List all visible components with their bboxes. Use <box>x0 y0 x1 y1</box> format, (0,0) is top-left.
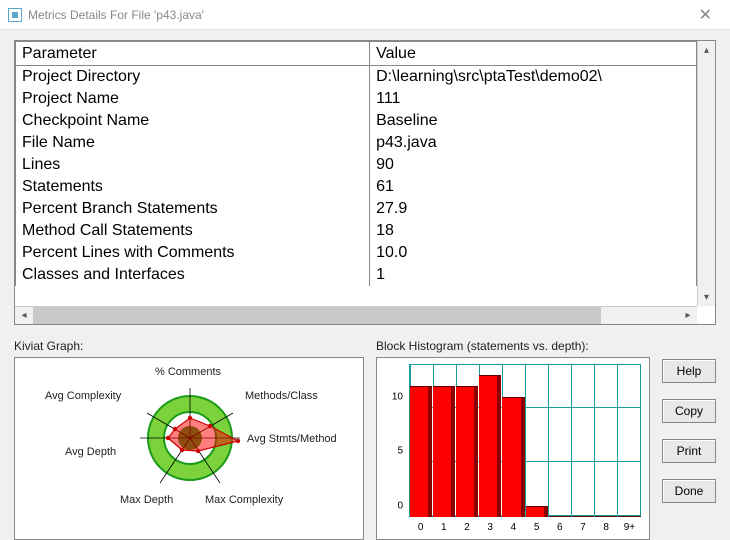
kiviat-axis-left: Avg Depth <box>65 446 116 458</box>
hscroll-thumb[interactable] <box>33 307 601 324</box>
cell-value: p43.java <box>370 132 697 154</box>
close-button[interactable]: ✕ <box>689 3 722 27</box>
kiviat-axis-top: % Comments <box>155 366 221 378</box>
histogram-bar <box>479 375 501 517</box>
hist-xtick: 9+ <box>619 522 639 533</box>
hscroll-track[interactable] <box>33 307 679 324</box>
cell-param: Statements <box>16 176 370 198</box>
horizontal-scrollbar[interactable]: ◂ ▸ <box>15 306 697 324</box>
histogram-bar <box>618 516 640 517</box>
scroll-down-icon[interactable]: ▾ <box>698 288 715 306</box>
hist-xtick: 6 <box>550 522 570 533</box>
hist-xtick: 1 <box>434 522 454 533</box>
hist-ytick: 10 <box>383 391 403 402</box>
hist-xtick: 3 <box>480 522 500 533</box>
table-row[interactable]: Percent Lines with Comments10.0 <box>16 242 697 264</box>
kiviat-axis-bottom-right: Max Complexity <box>205 494 283 506</box>
hist-ytick: 5 <box>383 446 403 457</box>
table-row[interactable]: Statements61 <box>16 176 697 198</box>
histogram-bars <box>409 364 641 517</box>
histogram-bar <box>433 386 455 517</box>
table-row[interactable]: Method Call Statements18 <box>16 220 697 242</box>
cell-param: Lines <box>16 154 370 176</box>
hist-xtick: 7 <box>573 522 593 533</box>
header-parameter[interactable]: Parameter <box>16 42 370 66</box>
titlebar: Metrics Details For File 'p43.java' ✕ <box>0 0 730 30</box>
cell-value: 27.9 <box>370 198 697 220</box>
vertical-scrollbar[interactable]: ▴ ▾ <box>697 41 715 306</box>
cell-param: Method Call Statements <box>16 220 370 242</box>
hist-ytick: 0 <box>383 501 403 512</box>
scroll-up-icon[interactable]: ▴ <box>698 41 715 59</box>
cell-param: Project Directory <box>16 66 370 88</box>
hist-xtick: 2 <box>457 522 477 533</box>
cell-param: Checkpoint Name <box>16 110 370 132</box>
table-row[interactable]: File Namep43.java <box>16 132 697 154</box>
histogram-bar <box>502 397 524 517</box>
hist-xtick: 8 <box>596 522 616 533</box>
cell-value: 111 <box>370 88 697 110</box>
kiviat-panel: % Comments Methods/Class Avg Stmts/Metho… <box>14 357 364 540</box>
cell-param: Percent Lines with Comments <box>16 242 370 264</box>
hist-xtick: 5 <box>527 522 547 533</box>
cell-value: 61 <box>370 176 697 198</box>
histogram-bar <box>572 516 594 517</box>
histogram-bar <box>526 506 548 517</box>
cell-value: 10.0 <box>370 242 697 264</box>
cell-param: Project Name <box>16 88 370 110</box>
table-row[interactable]: Project DirectoryD:\learning\src\ptaTest… <box>16 66 697 88</box>
cell-param: Percent Branch Statements <box>16 198 370 220</box>
header-value[interactable]: Value <box>370 42 697 66</box>
scroll-left-icon[interactable]: ◂ <box>15 307 33 324</box>
kiviat-label: Kiviat Graph: <box>14 339 364 353</box>
bottom-panels: Kiviat Graph: <box>14 339 716 522</box>
print-button[interactable]: Print <box>662 439 716 463</box>
histogram-bar <box>595 516 617 517</box>
button-column: Help Copy Print Done <box>662 339 716 522</box>
cell-value: Baseline <box>370 110 697 132</box>
cell-value: D:\learning\src\ptaTest\demo02\ <box>370 66 697 88</box>
histogram-bar <box>456 386 478 517</box>
done-button[interactable]: Done <box>662 479 716 503</box>
kiviat-column: Kiviat Graph: <box>14 339 364 522</box>
content-area: Parameter Value Project DirectoryD:\lear… <box>0 30 730 532</box>
metrics-table: Parameter Value Project DirectoryD:\lear… <box>15 41 697 286</box>
copy-button[interactable]: Copy <box>662 399 716 423</box>
table-row[interactable]: Classes and Interfaces1 <box>16 264 697 286</box>
hist-xtick: 0 <box>411 522 431 533</box>
cell-param: Classes and Interfaces <box>16 264 370 286</box>
histogram-panel: 0123456789+ 0510 <box>376 357 650 540</box>
histogram-bar <box>410 386 432 517</box>
histogram-bar <box>549 516 571 517</box>
table-row[interactable]: Percent Branch Statements27.9 <box>16 198 697 220</box>
table-row[interactable]: Project Name111 <box>16 88 697 110</box>
cell-value: 18 <box>370 220 697 242</box>
cell-value: 1 <box>370 264 697 286</box>
help-button[interactable]: Help <box>662 359 716 383</box>
app-icon <box>8 8 22 22</box>
kiviat-axis-right: Avg Stmts/Method <box>247 433 337 445</box>
kiviat-axis-top-right: Methods/Class <box>245 390 318 402</box>
cell-param: File Name <box>16 132 370 154</box>
histogram-column: Block Histogram (statements vs. depth): … <box>376 339 650 522</box>
scroll-right-icon[interactable]: ▸ <box>679 307 697 324</box>
kiviat-axis-top-left: Avg Complexity <box>45 390 121 402</box>
histogram-label: Block Histogram (statements vs. depth): <box>376 339 650 353</box>
table-row[interactable]: Lines90 <box>16 154 697 176</box>
hist-xtick: 4 <box>503 522 523 533</box>
kiviat-axis-bottom-left: Max Depth <box>120 494 173 506</box>
table-row[interactable]: Checkpoint NameBaseline <box>16 110 697 132</box>
metrics-table-container: Parameter Value Project DirectoryD:\lear… <box>14 40 716 325</box>
cell-value: 90 <box>370 154 697 176</box>
window-title: Metrics Details For File 'p43.java' <box>28 8 204 22</box>
